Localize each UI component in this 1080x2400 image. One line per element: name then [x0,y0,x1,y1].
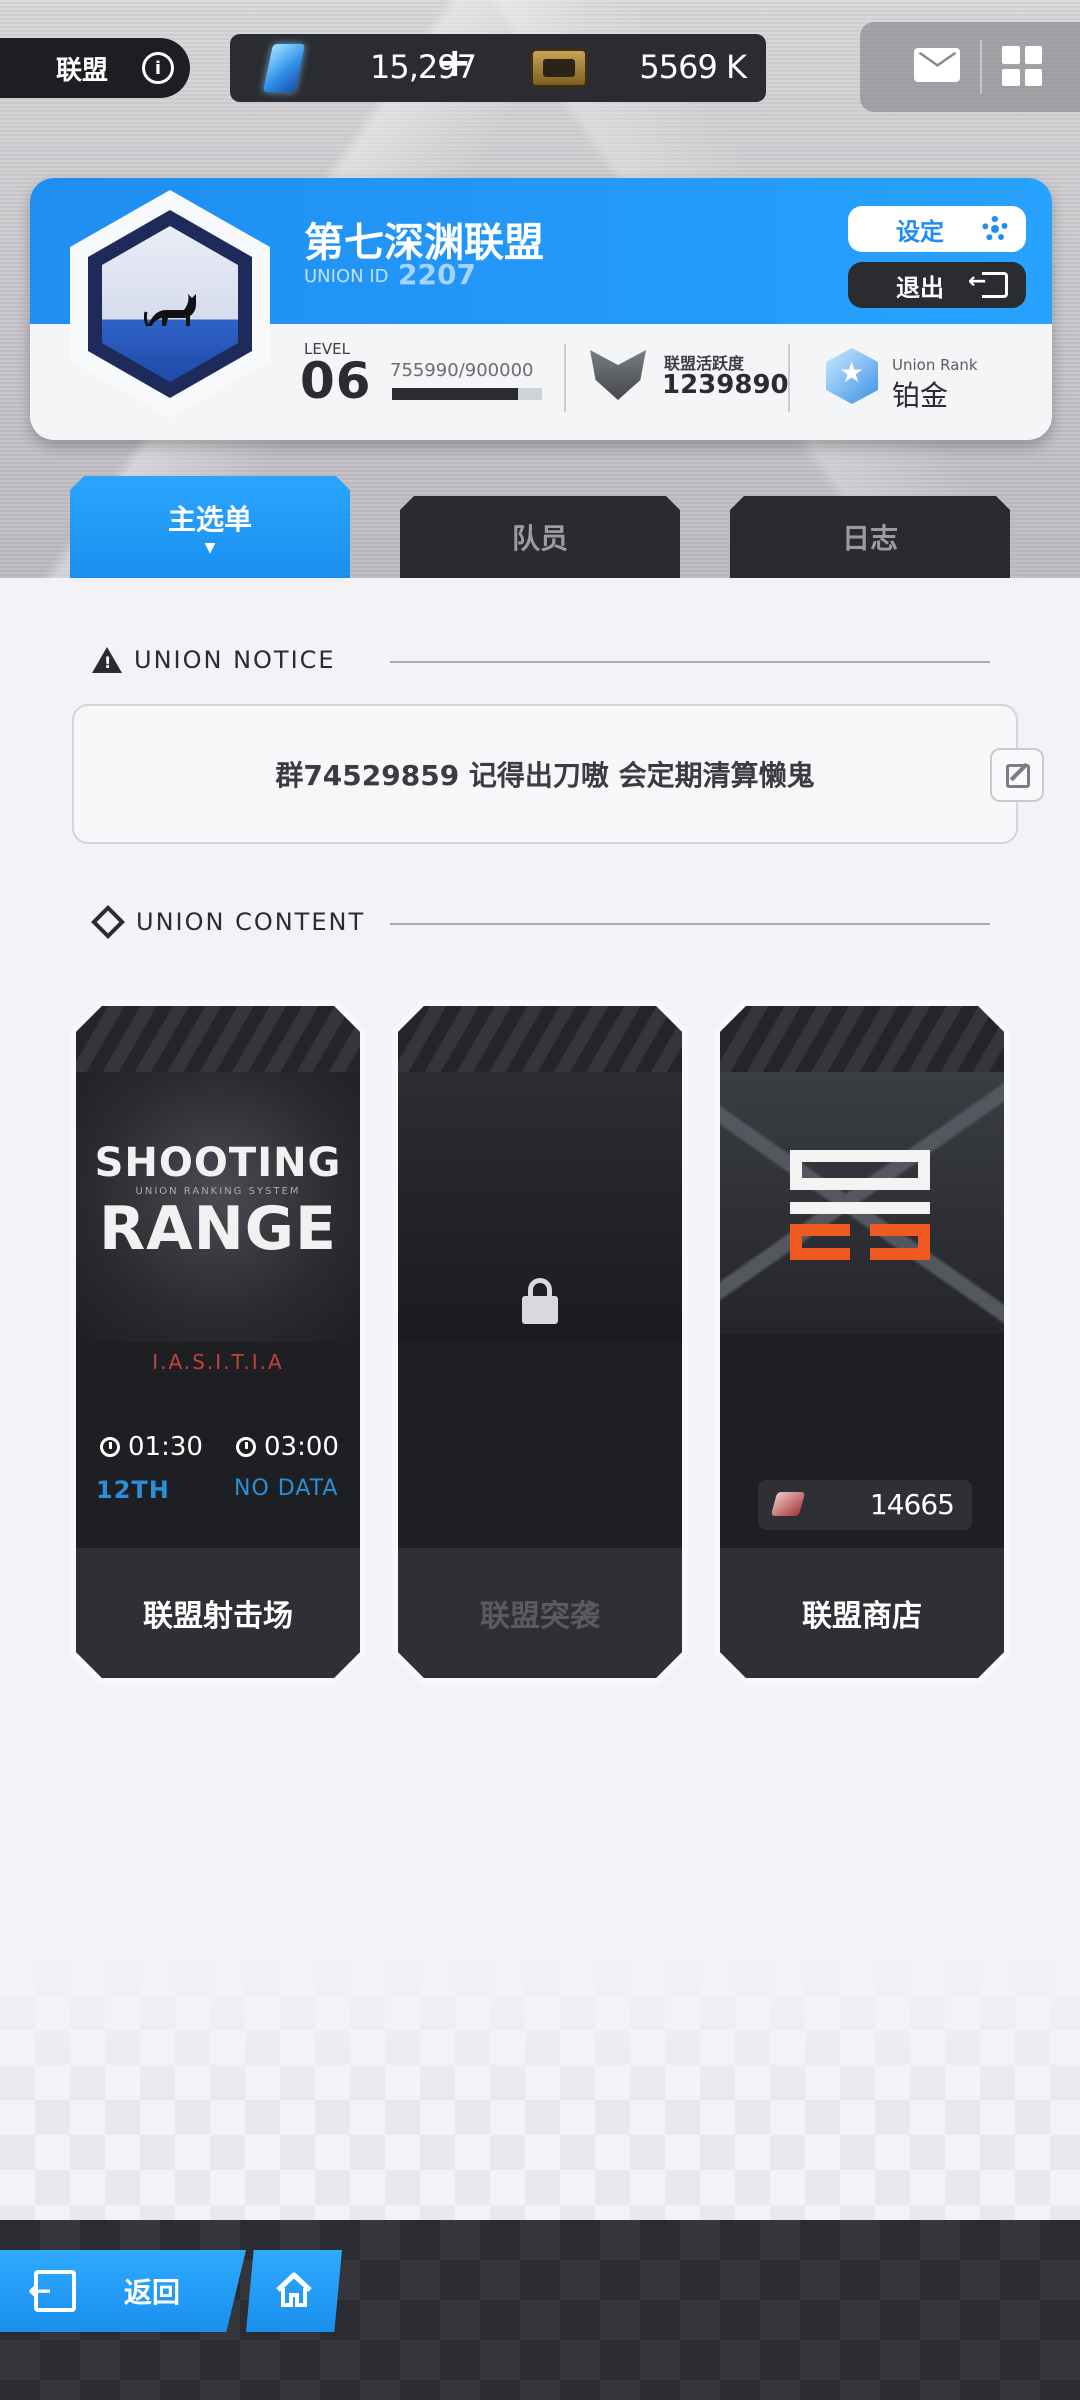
info-icon[interactable]: i [142,52,174,84]
add-gems-button[interactable]: + [438,40,478,86]
gear-icon [982,216,1008,242]
lock-icon [522,1296,558,1324]
mail-icon[interactable] [914,48,960,82]
shop-label: 联盟商店 [720,1548,1004,1678]
tab-members[interactable]: 队员 [400,496,680,578]
activity-icon [590,350,646,400]
clock-icon [100,1437,120,1457]
card-stripes [720,1006,1004,1072]
gem-icon [262,44,306,92]
notice-heading: UNION NOTICE [92,646,336,674]
card-stripes [398,1006,682,1072]
divider [980,40,982,94]
warning-icon [92,647,122,673]
caret-down-icon: ▼ [204,540,216,556]
content-heading: UNION CONTENT [91,905,366,939]
shooting-range-tag: I.A.S.I.T.I.A [152,1350,284,1374]
shooting-range-card[interactable]: SHOOTING UNION RANKING SYSTEM RANGE I.A.… [70,1000,366,1684]
menu-grid-icon[interactable] [1002,46,1042,86]
clock-icon [236,1437,256,1457]
divider [390,923,990,925]
rank-star-icon [826,348,878,404]
exp-text: 755990/900000 [390,360,534,381]
home-button[interactable] [246,2250,342,2332]
home-icon [276,2272,312,2307]
rank-label: Union Rank [892,356,978,374]
shop-currency-count: 14665 [869,1488,954,1521]
raid-card[interactable]: 联盟突袭 [392,1000,688,1684]
timer-2-value: 03:00 [264,1432,339,1462]
exp-bar-fill [392,388,518,400]
level-value: 06 [300,352,372,410]
exit-button[interactable]: 退出 [848,262,1026,308]
shooting-range-title-top: SHOOTING [94,1140,342,1186]
divider [564,344,566,412]
ticket-icon [530,48,588,88]
timer-1-value: 01:30 [128,1432,203,1462]
notice-heading-label: UNION NOTICE [134,646,336,674]
raid-label: 联盟突袭 [398,1548,682,1678]
settings-button[interactable]: 设定 [848,206,1026,252]
notice-text: 群74529859 记得出刀嗷 会定期清算懒鬼 [275,759,815,792]
rank-position: 12TH [96,1476,170,1504]
union-id: 2207 [398,258,476,291]
shooting-range-label: 联盟射击场 [76,1548,360,1678]
tab-main-menu-label: 主选单 [167,503,252,536]
exp-bar [392,388,542,400]
tab-main-menu[interactable]: 主选单 ▼ [70,476,350,578]
activity-value: 1239890 [662,370,789,400]
edit-icon [1006,764,1030,788]
settings-label: 设定 [896,217,944,246]
back-button[interactable]: 返回 [0,2250,246,2332]
back-icon [28,2270,76,2312]
tab-members-label: 队员 [511,522,568,555]
timer-1: 01:30 [100,1432,203,1462]
tab-log[interactable]: 日志 [730,496,1010,578]
ticket-count: 5569 K [639,48,747,86]
currency-bar: 15,297 + 5569 K [230,34,766,102]
card-stripes [76,1006,360,1072]
diamond-icon [91,905,125,939]
timer-2: 03:00 [236,1432,339,1462]
shooting-range-title-bottom: RANGE [98,1194,338,1264]
back-label: 返回 [124,2276,181,2309]
shop-art [720,1072,1004,1334]
divider [788,344,790,412]
system-buttons [860,22,1080,112]
cat-icon [144,294,196,327]
tab-log-label: 日志 [841,522,898,555]
rank-value: 铂金 [892,379,949,412]
union-tag: 联盟 i [0,38,190,98]
exit-label: 退出 [896,273,944,302]
union-tag-label: 联盟 [56,55,109,86]
checker-pattern [0,1960,1080,2220]
shop-logo [790,1150,930,1260]
shop-card[interactable]: 14665 联盟商店 [714,1000,1010,1684]
shop-currency: 14665 [758,1480,972,1530]
no-data-label: NO DATA [234,1476,339,1501]
edit-notice-button[interactable] [990,748,1044,802]
notice-box: 群74529859 记得出刀嗷 会定期清算懒鬼 [72,704,1018,844]
shop-coin-icon [771,1492,805,1516]
union-id-label: UNION ID [304,266,389,287]
exit-icon [968,269,1008,298]
divider [390,661,990,663]
content-heading-label: UNION CONTENT [136,908,366,936]
